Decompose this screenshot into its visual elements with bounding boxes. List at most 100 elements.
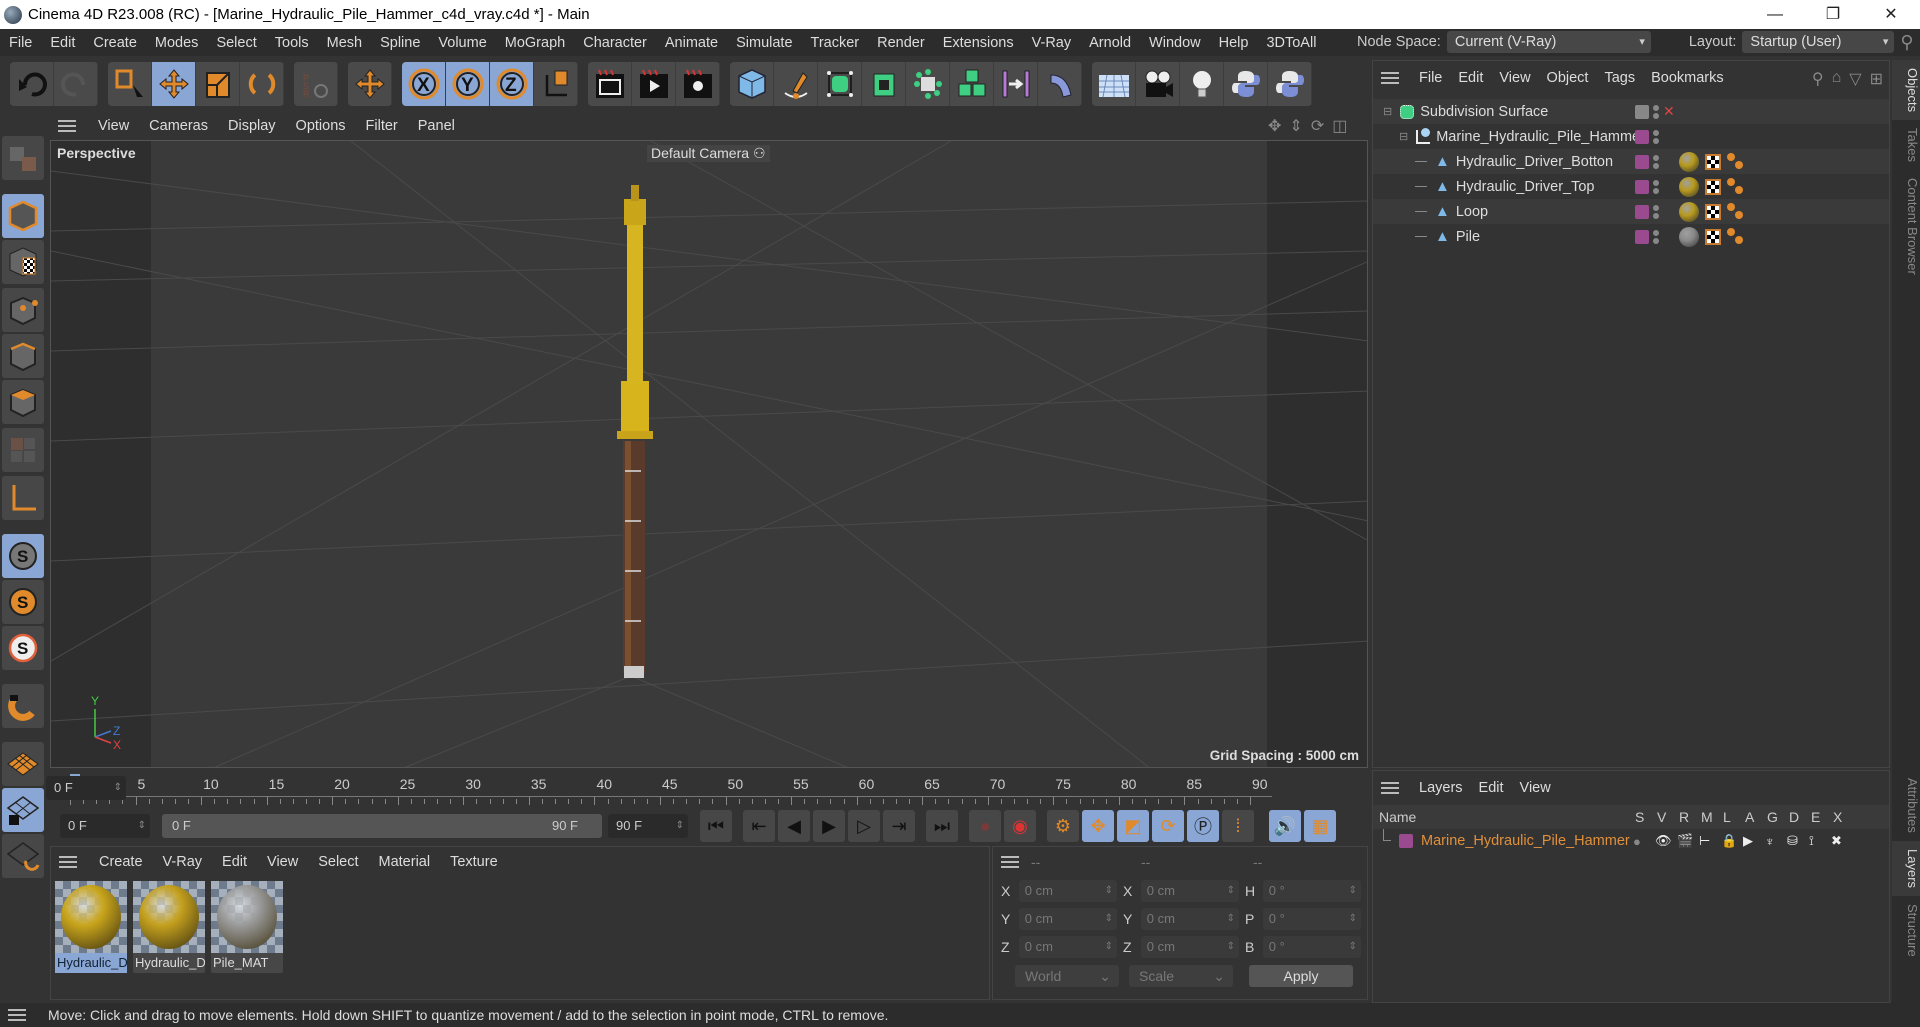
rotation-field[interactable]: 0 ° ⇕ — [1262, 880, 1361, 902]
object-menu-file[interactable]: File — [1411, 70, 1450, 86]
pan-view-icon[interactable]: ✥ — [1268, 116, 1281, 136]
key-point-level-icon[interactable]: ⁞ — [1222, 810, 1254, 842]
uvw-tag-icon[interactable] — [1705, 228, 1721, 245]
menu-tools[interactable]: Tools — [266, 35, 318, 51]
psr-button[interactable]: PSR — [294, 62, 338, 106]
side-tab-takes[interactable]: Takes — [1892, 120, 1920, 170]
viewport-menu-options[interactable]: Options — [286, 118, 356, 134]
move-button[interactable] — [152, 62, 196, 106]
layer-color-swatch[interactable] — [1635, 229, 1649, 244]
side-tab-objects[interactable]: Objects — [1892, 60, 1920, 121]
visibility-dots-icon[interactable] — [1653, 229, 1659, 244]
material-tag-icon[interactable] — [1679, 151, 1699, 172]
menu-mograph[interactable]: MoGraph — [496, 35, 574, 51]
menu-mesh[interactable]: Mesh — [318, 35, 371, 51]
bend-button[interactable] — [1038, 62, 1082, 106]
edit-toggle-icon[interactable] — [1635, 104, 1649, 119]
layer-color-swatch[interactable] — [1635, 179, 1649, 194]
material-menu-texture[interactable]: Texture — [440, 854, 508, 870]
preview-range-slider[interactable]: 0 F 90 F — [162, 814, 602, 838]
collapse-toggle-icon[interactable]: ⊟ — [1383, 105, 1392, 118]
layer-color-swatch[interactable] — [1635, 129, 1649, 144]
viewport-menu-cameras[interactable]: Cameras — [139, 118, 218, 134]
menu-spline[interactable]: Spline — [371, 35, 429, 51]
node-space-dropdown[interactable]: Current (V-Ray) ▾ — [1446, 31, 1651, 53]
object-menu-object[interactable]: Object — [1539, 70, 1597, 86]
layer-menu-edit[interactable]: Edit — [1471, 780, 1512, 796]
layer-menu-layers[interactable]: Layers — [1411, 780, 1471, 796]
pen-button[interactable] — [774, 62, 818, 106]
layer-column-name[interactable]: Name — [1379, 809, 1416, 825]
vray-tag-icon[interactable] — [1727, 177, 1745, 196]
render-picture-viewer-button[interactable] — [632, 62, 676, 106]
material-menu-icon[interactable] — [59, 856, 77, 868]
vray-tag-icon[interactable] — [1727, 202, 1745, 221]
viewport-menu-panel[interactable]: Panel — [408, 118, 465, 134]
status-menu-icon[interactable] — [8, 1009, 26, 1021]
transform-button[interactable] — [348, 62, 392, 106]
menu-volume[interactable]: Volume — [429, 35, 495, 51]
viewport-menu-display[interactable]: Display — [218, 118, 286, 134]
viewport-menu-filter[interactable]: Filter — [356, 118, 408, 134]
coordinate-mode-dropdown[interactable]: Scale ⌄ — [1129, 965, 1233, 987]
live-selection-button[interactable] — [108, 62, 152, 106]
viewport-perspective[interactable]: Perspective Default Camera ⚇ Grid Spacin… — [50, 140, 1368, 768]
object-menu-tags[interactable]: Tags — [1596, 70, 1643, 86]
material-menu-edit[interactable]: Edit — [212, 854, 257, 870]
visibility-dots-icon[interactable] — [1653, 129, 1659, 144]
layer-color-swatch[interactable] — [1399, 834, 1413, 848]
material-tag-icon[interactable] — [1679, 226, 1699, 247]
solo-icon[interactable]: ● — [1633, 834, 1641, 849]
side-tab-attributes[interactable]: Attributes — [1892, 770, 1920, 841]
spinner-icon[interactable]: ⇕ — [1227, 880, 1235, 902]
coordinate-space-dropdown[interactable]: World ⌄ — [1015, 965, 1119, 987]
visibility-dots-icon[interactable] — [1653, 154, 1659, 169]
layer-column-d[interactable]: D — [1789, 809, 1799, 825]
menu-render[interactable]: Render — [868, 35, 934, 51]
menu-3dtoall[interactable]: 3DToAll — [1257, 35, 1325, 51]
search-icon[interactable]: ⚲ — [1812, 69, 1824, 89]
solo-off-button[interactable]: S — [2, 534, 44, 578]
spinner-icon[interactable]: ⇕ — [1227, 936, 1235, 958]
material-menu-material[interactable]: Material — [369, 854, 441, 870]
menu-edit[interactable]: Edit — [41, 35, 84, 51]
material-menu-select[interactable]: Select — [308, 854, 368, 870]
cloner-button[interactable] — [950, 62, 994, 106]
layer-column-g[interactable]: G — [1767, 809, 1778, 825]
spinner-icon[interactable]: ⇕ — [1349, 936, 1357, 958]
menu-extensions[interactable]: Extensions — [934, 35, 1023, 51]
key-rotation-icon[interactable]: ⟳ — [1152, 810, 1184, 842]
point-mode-button[interactable] — [2, 288, 44, 332]
x-axis-button[interactable]: X — [402, 62, 446, 106]
camera-label[interactable]: Default Camera ⚇ — [647, 145, 770, 162]
visibility-dots-icon[interactable] — [1653, 104, 1659, 119]
spinner-icon[interactable]: ⇕ — [1105, 880, 1113, 902]
rotate-button[interactable] — [240, 62, 284, 106]
layer-color-swatch[interactable] — [1635, 154, 1649, 169]
filter-icon[interactable]: ▽ — [1849, 69, 1861, 89]
search-icon[interactable]: ⚲ — [1900, 32, 1913, 53]
field-button[interactable] — [994, 62, 1038, 106]
extrude-button[interactable] — [862, 62, 906, 106]
zoom-view-icon[interactable]: ⇕ — [1289, 116, 1302, 136]
material-menu-view[interactable]: View — [257, 854, 308, 870]
uv-mode-button[interactable] — [2, 428, 44, 472]
collapse-toggle-icon[interactable]: ⊟ — [1399, 130, 1408, 143]
vray-tag-icon[interactable] — [1727, 227, 1745, 246]
python-button[interactable] — [1224, 62, 1268, 106]
light-button[interactable] — [1180, 62, 1224, 106]
menu-v-ray[interactable]: V-Ray — [1023, 35, 1081, 51]
new-view-icon[interactable]: ⊞ — [1870, 69, 1883, 89]
spinner-icon[interactable]: ⇕ — [114, 776, 122, 800]
object-row[interactable]: ▲ Loop — [1373, 199, 1889, 224]
spinner-icon[interactable]: ⇕ — [1349, 880, 1357, 902]
manager-icon[interactable]: ⊢ — [1699, 833, 1710, 849]
viewport-menu-icon[interactable] — [58, 119, 76, 132]
layer-column-r[interactable]: R — [1679, 809, 1689, 825]
size-field[interactable]: 0 cm ⇕ — [1140, 908, 1239, 930]
lock-icon[interactable]: 🔒 — [1721, 833, 1737, 849]
sound-icon[interactable]: 🔊 — [1269, 810, 1301, 842]
menu-arnold[interactable]: Arnold — [1080, 35, 1140, 51]
texture-mode-button[interactable] — [2, 240, 44, 284]
timeline-ruler[interactable]: 051015202530354045505560657075808590 0 F… — [46, 770, 1368, 808]
